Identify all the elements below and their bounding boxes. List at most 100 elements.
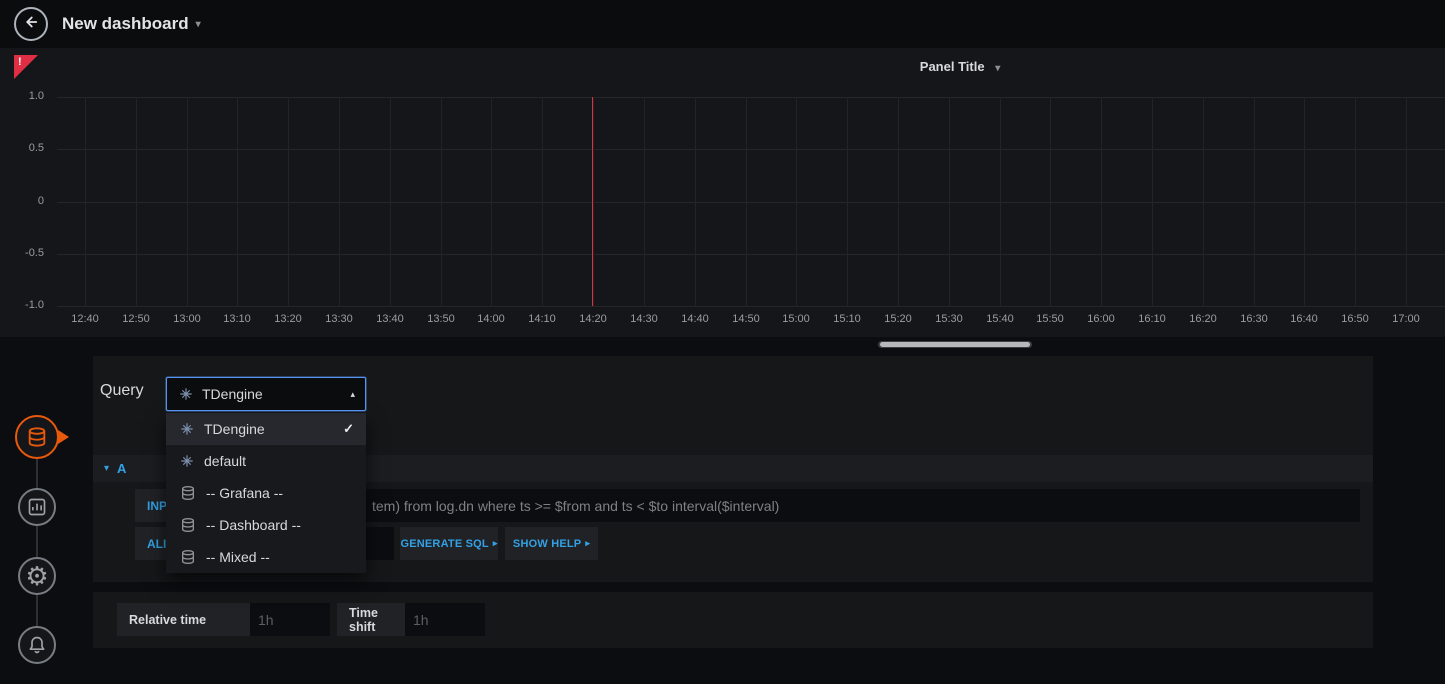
x-axis-tick-label: 17:00: [1381, 313, 1431, 325]
x-axis-tick-label: 16:40: [1279, 313, 1329, 325]
sql-input-field[interactable]: tem) from log.dn where ts >= $from and t…: [246, 489, 1360, 522]
grid-line-vertical: [1203, 97, 1204, 306]
active-tab-pointer-icon: [58, 430, 69, 444]
x-axis-tick-label: 14:10: [517, 313, 567, 325]
x-axis-tick-label: 16:00: [1076, 313, 1126, 325]
grid-line-vertical: [339, 97, 340, 306]
annotation-line: [592, 97, 593, 306]
chevron-down-icon: ▾: [196, 19, 201, 30]
arrow-left-icon: [22, 13, 40, 36]
gear-icon: ⚙: [25, 563, 48, 589]
datasource-picker[interactable]: TDengine ▴: [166, 377, 366, 411]
grid-line-vertical: [746, 97, 747, 306]
y-axis-tick-label: 1.0: [8, 90, 44, 102]
datasource-option-label: -- Dashboard --: [206, 517, 354, 533]
grid-line-vertical: [136, 97, 137, 306]
bell-icon: [27, 635, 47, 655]
y-axis-tick-label: 0: [8, 195, 44, 207]
grid-line-vertical: [491, 97, 492, 306]
panel-title[interactable]: Panel Title ▾: [920, 59, 1000, 74]
x-axis-tick-label: 15:30: [924, 313, 974, 325]
caret-right-icon: ▸: [493, 538, 498, 549]
tab-alert[interactable]: [18, 626, 56, 664]
grid-line-vertical: [441, 97, 442, 306]
query-ref-id: A: [117, 461, 126, 476]
datasource-option[interactable]: default: [166, 445, 366, 477]
x-axis-tick-label: 14:00: [466, 313, 516, 325]
x-axis-tick-label: 13:50: [416, 313, 466, 325]
x-axis-tick-label: 13:00: [162, 313, 212, 325]
x-axis-tick-label: 16:30: [1229, 313, 1279, 325]
plot-area: 1.00.50-0.5-1.012:4012:5013:0013:1013:20…: [0, 97, 1445, 306]
x-axis-tick-label: 12:50: [111, 313, 161, 325]
grafana-dashboard-editor: New dashboard ▾ ! Panel Title ▾ 1.0 0.5 0 -…: [0, 0, 1445, 684]
relative-time-label: Relative time: [117, 603, 250, 636]
x-axis-tick-label: 16:10: [1127, 313, 1177, 325]
horizontal-scrollbar-thumb[interactable]: [880, 342, 1030, 347]
tdengine-icon: [180, 454, 194, 468]
top-navbar: New dashboard ▾: [0, 0, 1445, 48]
grid-line-vertical: [847, 97, 848, 306]
x-axis-tick-label: 14:30: [619, 313, 669, 325]
datasource-option-label: default: [204, 453, 354, 469]
grid-line-horizontal: [57, 97, 1445, 98]
grid-line-vertical: [644, 97, 645, 306]
x-axis-tick-label: 15:00: [771, 313, 821, 325]
datasource-option[interactable]: TDengine✓: [166, 413, 366, 445]
x-axis-tick-label: 16:20: [1178, 313, 1228, 325]
chevron-up-icon: ▴: [350, 389, 355, 400]
check-icon: ✓: [343, 421, 354, 437]
chevron-down-icon: ▾: [995, 63, 1000, 74]
query-section-title: Query: [100, 382, 144, 400]
dashboard-title[interactable]: New dashboard ▾: [62, 0, 201, 48]
grid-line-vertical: [1304, 97, 1305, 306]
tab-visualization[interactable]: [18, 488, 56, 526]
grid-line-vertical: [1050, 97, 1051, 306]
x-axis-tick-label: 15:50: [1025, 313, 1075, 325]
x-axis-tick-label: 13:30: [314, 313, 364, 325]
datasource-option[interactable]: -- Dashboard --: [166, 509, 366, 541]
grid-line-horizontal: [57, 254, 1445, 255]
warning-icon: !: [18, 56, 22, 68]
x-axis-tick-label: 12:40: [60, 313, 110, 325]
grid-line-vertical: [898, 97, 899, 306]
grid-line-vertical: [695, 97, 696, 306]
datasource-option-label: TDengine: [204, 421, 343, 437]
x-axis-tick-label: 16:50: [1330, 313, 1380, 325]
x-axis-tick-label: 14:50: [721, 313, 771, 325]
tdengine-icon: [179, 387, 193, 401]
datasource-option-label: -- Grafana --: [206, 485, 354, 501]
grid-line-vertical: [949, 97, 950, 306]
grid-line-vertical: [85, 97, 86, 306]
x-axis-tick-label: 15:10: [822, 313, 872, 325]
grid-line-vertical: [796, 97, 797, 306]
datasource-option[interactable]: -- Mixed --: [166, 541, 366, 573]
grid-line-vertical: [237, 97, 238, 306]
datasource-option[interactable]: -- Grafana --: [166, 477, 366, 509]
y-axis-tick-label: 0.5: [8, 142, 44, 154]
datasource-menu: TDengine✓ default -- Grafana -- -- Dashboar…: [166, 413, 366, 573]
database-icon: [26, 426, 48, 448]
show-help-button[interactable]: SHOW HELP ▸: [505, 527, 598, 560]
datasource-option-label: -- Mixed --: [206, 549, 354, 565]
tab-queries[interactable]: [15, 415, 59, 459]
time-shift-input[interactable]: [405, 603, 485, 636]
tdengine-icon: [180, 422, 194, 436]
grid-line-horizontal: [57, 202, 1445, 203]
grid-line-vertical: [1101, 97, 1102, 306]
horizontal-scrollbar-track[interactable]: [878, 341, 1032, 348]
database-icon: [180, 549, 196, 565]
database-icon: [180, 485, 196, 501]
back-button[interactable]: [14, 7, 48, 41]
chart-icon: [27, 497, 47, 517]
x-axis-tick-label: 14:20: [568, 313, 618, 325]
tab-general[interactable]: ⚙: [18, 557, 56, 595]
y-axis-tick-label: -1.0: [8, 299, 44, 311]
time-shift-label: Time shift: [337, 603, 405, 636]
database-icon: [180, 517, 196, 533]
grid-line-vertical: [1406, 97, 1407, 306]
y-axis-tick-label: -0.5: [8, 247, 44, 259]
generate-sql-button[interactable]: GENERATE SQL ▸: [400, 527, 498, 560]
x-axis-tick-label: 15:40: [975, 313, 1025, 325]
relative-time-input[interactable]: [250, 603, 330, 636]
